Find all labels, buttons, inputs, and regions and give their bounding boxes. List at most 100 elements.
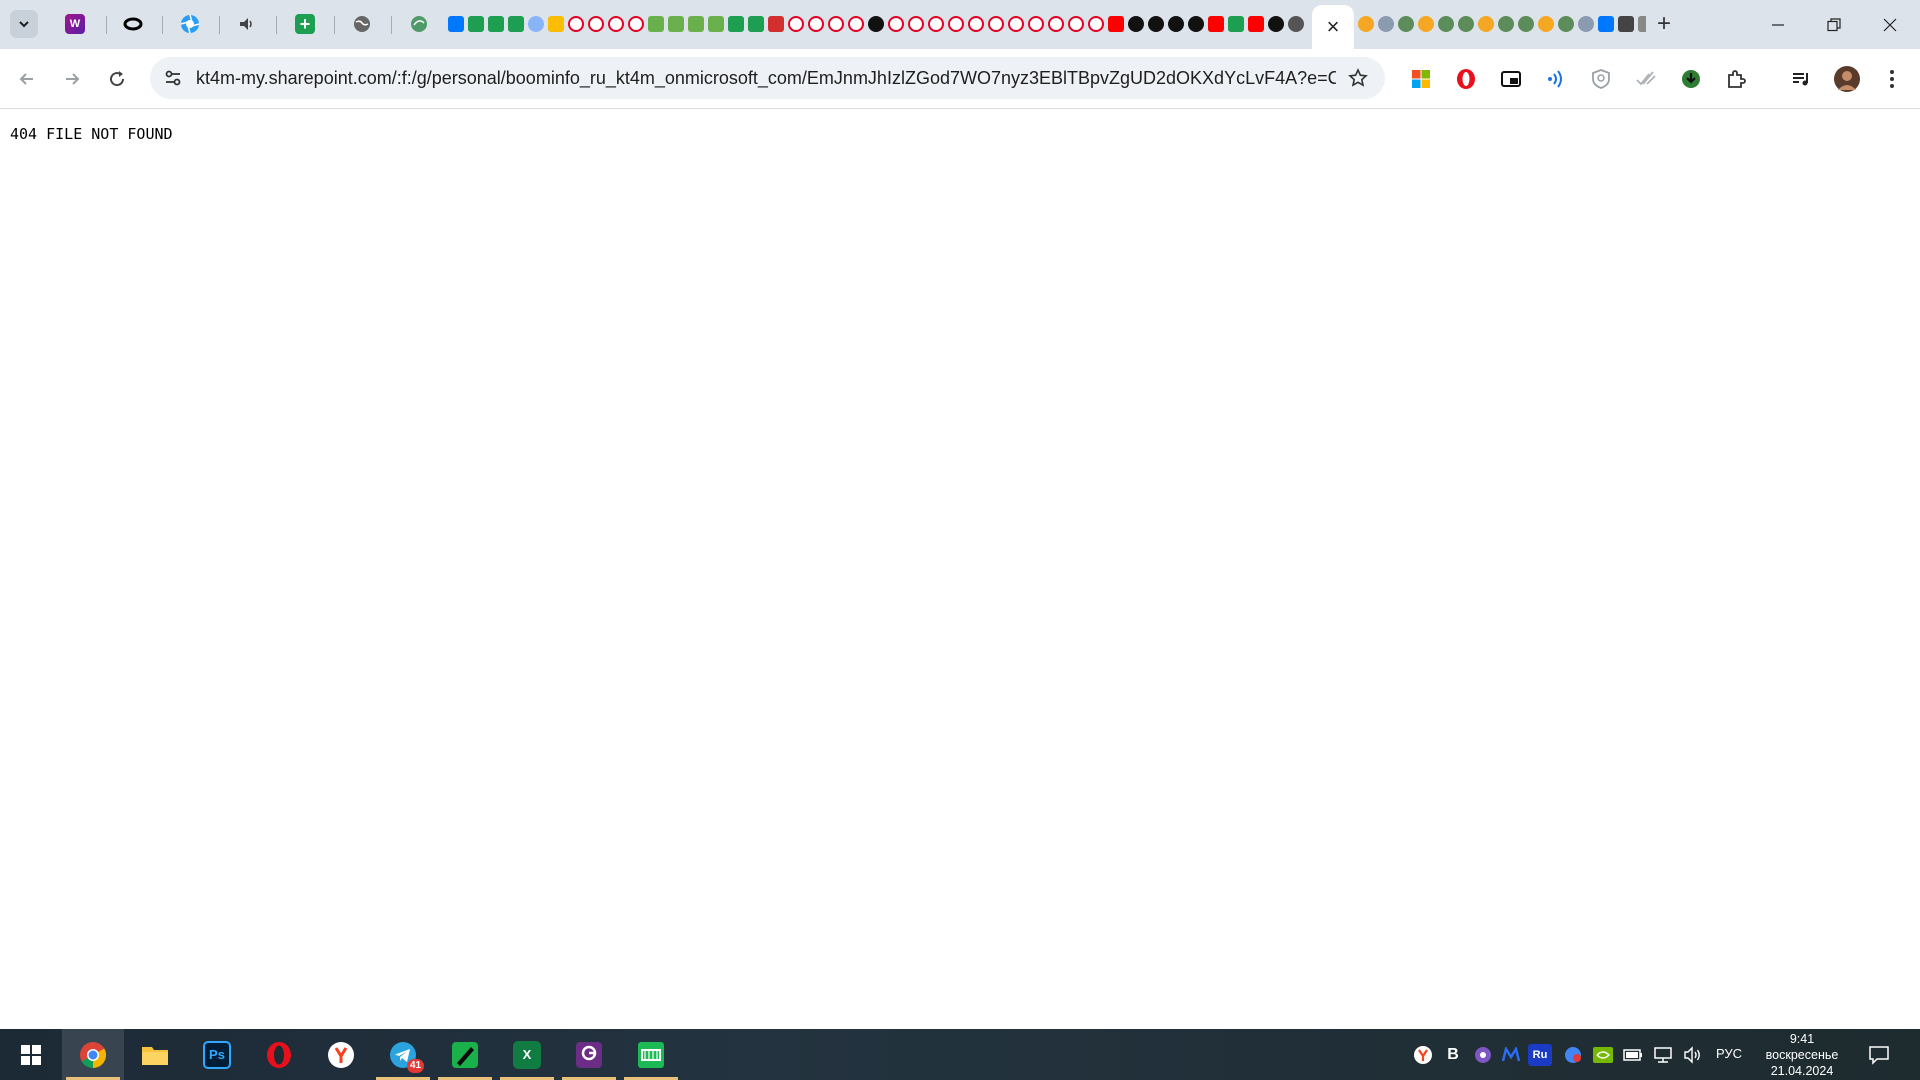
pinned-tab-wildberries[interactable]: W [60,9,90,39]
pinned-tab-aperture[interactable] [175,9,205,39]
browser-tab[interactable] [846,14,866,34]
browser-tab[interactable] [646,14,666,34]
taskbar-pdf[interactable] [558,1029,620,1080]
close-tab-icon[interactable]: × [1327,14,1340,40]
browser-tab[interactable] [1126,14,1146,34]
browser-tab[interactable] [1026,14,1046,34]
action-center-button[interactable] [1866,1042,1892,1068]
system-clock[interactable]: 9:41 воскресенье 21.04.2024 [1752,1031,1852,1079]
site-info-button[interactable] [158,63,188,93]
extension-microsoft[interactable] [1405,63,1437,95]
forward-button[interactable] [55,62,89,96]
profile-button[interactable] [1831,63,1863,95]
extension-shield[interactable] [1585,63,1617,95]
browser-tab[interactable] [966,14,986,34]
browser-tab[interactable] [1456,14,1476,34]
browser-tab[interactable] [866,14,886,34]
restore-button[interactable] [1806,0,1862,49]
extension-sound[interactable] [1540,63,1572,95]
tray-network[interactable] [1652,1044,1674,1066]
extensions-button[interactable] [1720,63,1752,95]
browser-tab[interactable] [1396,14,1416,34]
input-language[interactable]: РУС [1716,1046,1742,1061]
address-bar[interactable]: kt4m-my.sharepoint.com/:f:/g/personal/bo… [150,57,1385,99]
browser-tab[interactable] [1186,14,1206,34]
browser-tab[interactable] [1106,14,1126,34]
browser-tab[interactable] [1356,14,1376,34]
browser-tab[interactable] [766,14,786,34]
browser-tab[interactable] [1146,14,1166,34]
tray-b-icon[interactable]: B [1442,1044,1464,1066]
browser-tab[interactable] [1306,14,1308,34]
browser-tab[interactable] [486,14,506,34]
browser-tab[interactable] [1616,14,1636,34]
browser-tab[interactable] [726,14,746,34]
browser-tab[interactable] [906,14,926,34]
browser-tab[interactable] [806,14,826,34]
tray-m-icon[interactable] [1500,1044,1522,1066]
tray-chrome-update[interactable] [1562,1044,1584,1066]
tray-battery[interactable] [1622,1044,1644,1066]
tab-search-button[interactable] [10,10,38,38]
browser-tab[interactable] [1086,14,1106,34]
taskbar-excel[interactable]: X [496,1029,558,1080]
close-window-button[interactable] [1862,0,1918,49]
browser-tab[interactable] [566,14,586,34]
browser-tab[interactable] [526,14,546,34]
taskbar-pen-app[interactable] [434,1029,496,1080]
new-tab-button[interactable]: + [1650,10,1678,38]
tray-yandex[interactable] [1412,1044,1434,1066]
tray-guard[interactable] [1472,1044,1494,1066]
browser-tab[interactable] [1066,14,1086,34]
browser-tab[interactable] [1376,14,1396,34]
browser-tab[interactable] [466,14,486,34]
taskbar-yandex[interactable] [310,1029,372,1080]
browser-tab[interactable] [1596,14,1616,34]
browser-tab[interactable] [1046,14,1066,34]
browser-tab[interactable] [666,14,686,34]
taskbar-chrome[interactable] [62,1029,124,1080]
browser-tab[interactable] [1436,14,1456,34]
taskbar-telegram[interactable]: 41 [372,1029,434,1080]
taskbar-opera[interactable] [248,1029,310,1080]
browser-tab[interactable] [886,14,906,34]
browser-tab[interactable] [1476,14,1496,34]
browser-tab[interactable] [926,14,946,34]
browser-tab[interactable] [1266,14,1286,34]
browser-tab[interactable] [626,14,646,34]
browser-tab[interactable] [1516,14,1536,34]
tray-nvidia[interactable] [1592,1044,1614,1066]
browser-tab[interactable] [1636,14,1646,34]
browser-tab[interactable] [946,14,966,34]
browser-tab[interactable] [1536,14,1556,34]
minimize-button[interactable] [1750,0,1806,49]
browser-tab[interactable] [1416,14,1436,34]
browser-tab[interactable] [606,14,626,34]
browser-tab[interactable] [1166,14,1186,34]
taskbar-file-explorer[interactable] [124,1029,186,1080]
browser-tab[interactable] [1286,14,1306,34]
browser-tab[interactable] [826,14,846,34]
browser-tab[interactable] [706,14,726,34]
bookmark-button[interactable] [1345,65,1371,91]
taskbar-photoshop[interactable]: Ps [186,1029,248,1080]
extension-checks[interactable] [1630,63,1662,95]
browser-tab[interactable] [546,14,566,34]
pinned-tab-globe[interactable] [347,9,377,39]
browser-tab[interactable] [1206,14,1226,34]
reload-button[interactable] [100,62,134,96]
back-button[interactable] [10,62,44,96]
active-tab[interactable]: × [1312,5,1354,49]
browser-tab[interactable] [1496,14,1516,34]
extension-download[interactable] [1675,63,1707,95]
pinned-tab-leaf[interactable] [404,9,434,39]
browser-tab[interactable] [686,14,706,34]
browser-tab[interactable] [1576,14,1596,34]
browser-tab[interactable] [1006,14,1026,34]
browser-tab[interactable] [1556,14,1576,34]
pinned-tab-audio[interactable] [232,9,262,39]
browser-tab[interactable] [506,14,526,34]
browser-tab[interactable] [986,14,1006,34]
url-text[interactable]: kt4m-my.sharepoint.com/:f:/g/personal/bo… [196,68,1336,89]
tray-volume[interactable] [1682,1044,1704,1066]
